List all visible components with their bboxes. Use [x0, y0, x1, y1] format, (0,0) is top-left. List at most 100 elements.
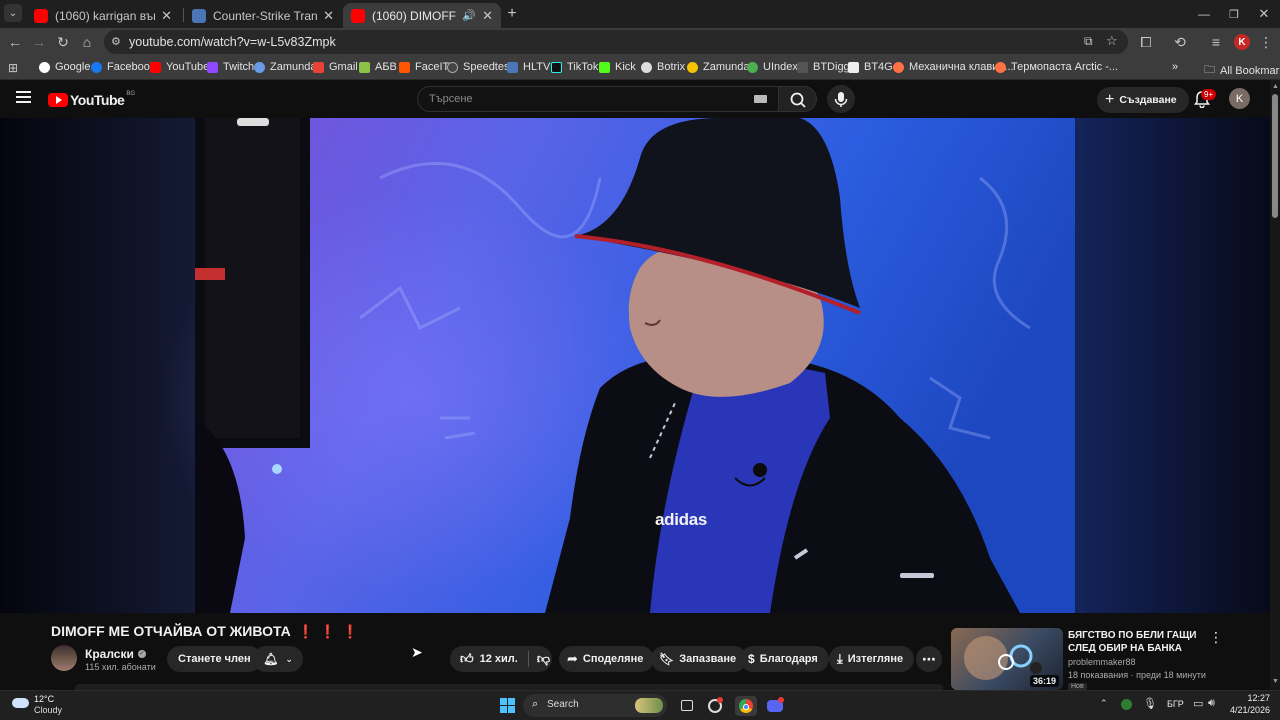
search-highlight-image: [635, 698, 663, 713]
tray-app-icon[interactable]: [1121, 699, 1132, 710]
recommended-meta: 18 показвания · преди 18 минути: [1068, 670, 1206, 680]
bookmark-item[interactable]: BTDigg: [797, 61, 850, 73]
share-button[interactable]: ➦ Споделяне: [559, 646, 655, 672]
scrollbar-thumb[interactable]: [1272, 94, 1278, 218]
bookmark-item[interactable]: Twitch: [207, 61, 254, 73]
apps-grid-icon[interactable]: ⊞: [3, 58, 23, 78]
keyboard-language[interactable]: БГР: [1167, 699, 1184, 709]
search-button[interactable]: [779, 86, 817, 112]
extensions-puzzle-icon[interactable]: ⧠: [1136, 32, 1156, 52]
join-member-button[interactable]: Станете член: [167, 646, 262, 672]
browser-tab[interactable]: (1060) karrigan във Falcons?; Е ✕: [26, 3, 180, 28]
home-icon[interactable]: ⌂: [77, 32, 97, 52]
bookmark-item[interactable]: TikTok: [551, 61, 598, 73]
new-tab-button[interactable]: +: [502, 4, 522, 24]
bookmark-item[interactable]: Facebook: [91, 61, 155, 73]
subscriber-count: 115 хил. абонати: [85, 662, 156, 672]
close-tab-icon[interactable]: ✕: [482, 8, 493, 24]
discord-taskbar-icon[interactable]: [765, 696, 785, 716]
url-text[interactable]: youtube.com/watch?v=w-L5v83Zmpk: [129, 35, 336, 49]
video-frame: [0, 118, 1270, 613]
taskbar-app-icon[interactable]: [705, 696, 725, 716]
voice-search-button[interactable]: [827, 85, 855, 113]
video-player[interactable]: adidas: [0, 118, 1270, 613]
reload-icon[interactable]: ↻: [53, 32, 73, 52]
chrome-taskbar-icon[interactable]: [735, 696, 757, 716]
youtube-logo[interactable]: YouTube BG: [48, 91, 135, 108]
bookmark-item[interactable]: FaceIT: [399, 61, 449, 73]
history-icon[interactable]: ⟲: [1170, 32, 1190, 52]
address-bar[interactable]: ⚙ youtube.com/watch?v=w-L5v83Zmpk ⧉ ☆: [104, 30, 1128, 54]
tray-microphone-icon[interactable]: 🎙︎: [1143, 697, 1157, 710]
thumbs-down-icon[interactable]: 👎︎: [537, 651, 550, 667]
weather-condition[interactable]: Cloudy: [34, 705, 62, 715]
channel-avatar[interactable]: [51, 645, 77, 671]
scroll-up-arrow-icon[interactable]: ▲: [1272, 83, 1279, 90]
page-scrollbar[interactable]: ▲ ▼: [1270, 80, 1280, 690]
volume-icon[interactable]: 🔊︎: [1208, 697, 1215, 710]
recommended-channel[interactable]: problemmaker88: [1068, 657, 1136, 667]
recommended-video-thumbnail[interactable]: 36:19: [951, 628, 1063, 690]
hamburger-menu-icon[interactable]: [16, 91, 31, 103]
back-arrow-icon[interactable]: ←: [5, 32, 25, 52]
bookmark-item[interactable]: Gmail: [313, 61, 358, 73]
media-controls-icon[interactable]: ≡: [1206, 32, 1226, 52]
bookmark-star-icon[interactable]: ☆: [1106, 33, 1118, 49]
show-hidden-icons-chevron[interactable]: ⌃: [1100, 698, 1108, 709]
video-info-section: DIMOFF МЕ ОТЧАЙВА ОТ ЖИВОТА ❗❗❗ Кралски …: [0, 613, 1270, 690]
bookmark-item[interactable]: UIndex: [747, 61, 798, 73]
cloudy-weather-icon[interactable]: [12, 698, 29, 708]
weather-temperature[interactable]: 12°C: [34, 694, 54, 704]
close-window-button[interactable]: ✕: [1254, 4, 1274, 24]
browser-toolbar: ← → ↻ ⌂ ⚙ youtube.com/watch?v=w-L5v83Zmp…: [0, 28, 1280, 56]
thumbs-up-icon[interactable]: 👍︎: [460, 651, 474, 667]
create-button[interactable]: + Създаване: [1097, 87, 1189, 113]
browser-tab-active[interactable]: (1060) DIMOFF МЕ ОТЧАЙ 🔊 ✕: [343, 3, 501, 28]
site-info-icon[interactable]: ⚙: [111, 35, 121, 48]
bookmark-item[interactable]: BT4G: [848, 61, 893, 73]
save-button[interactable]: 🔖︎ Запазване: [651, 646, 748, 672]
bookmark-item[interactable]: Zamunda: [687, 61, 749, 73]
more-bookmarks-icon[interactable]: »: [1172, 61, 1178, 73]
chrome-menu-icon[interactable]: ⋮: [1256, 32, 1276, 52]
bookmark-item[interactable]: Speedtest: [447, 61, 513, 73]
restore-window-button[interactable]: ❐: [1224, 4, 1244, 24]
close-tab-icon[interactable]: ✕: [323, 8, 334, 24]
more-actions-button[interactable]: ⋯: [916, 646, 942, 672]
recommended-more-icon[interactable]: ⋮: [1209, 629, 1223, 646]
taskbar-search-box[interactable]: ⌕ Search: [523, 694, 667, 717]
bell-icon: 🔔︎: [263, 652, 279, 666]
forward-arrow-icon[interactable]: →: [29, 32, 49, 52]
bookmark-item[interactable]: АБВ: [359, 61, 397, 73]
bookmark-item[interactable]: Google: [39, 61, 90, 73]
subscription-bell-button[interactable]: 🔔︎ ⌄: [253, 646, 303, 672]
all-bookmarks-folder[interactable]: 🗀All Bookmarks: [1204, 61, 1280, 80]
bookmark-item[interactable]: YouTube: [150, 61, 209, 73]
recommended-video-title[interactable]: БЯГСТВО ПО БЕЛИ ГАЩИ СЛЕД ОБИР НА БАНКА: [1068, 629, 1197, 655]
profile-avatar[interactable]: K: [1234, 34, 1250, 50]
keyboard-icon[interactable]: [754, 95, 767, 103]
bookmark-item[interactable]: Термопаста Arctic -...: [995, 61, 1118, 73]
bookmark-item[interactable]: Kick: [599, 61, 636, 73]
search-input[interactable]: Търсене: [417, 86, 779, 112]
task-view-icon[interactable]: [677, 696, 697, 716]
scroll-down-arrow-icon[interactable]: ▼: [1272, 678, 1279, 685]
like-count[interactable]: 12 хил.: [480, 653, 518, 665]
bookmark-item[interactable]: Botrix: [641, 61, 685, 73]
windows-start-icon[interactable]: [498, 696, 518, 716]
clock-time[interactable]: 12:27: [1230, 693, 1270, 703]
audio-playing-icon[interactable]: 🔊: [462, 9, 476, 22]
browser-tab[interactable]: Counter-Strike Transfers | HLTV ✕: [184, 3, 342, 28]
close-tab-icon[interactable]: ✕: [161, 8, 172, 24]
channel-name-link[interactable]: Кралски ✓: [85, 647, 146, 661]
tab-search-button[interactable]: ⌄: [4, 4, 22, 22]
network-icon[interactable]: ▭: [1193, 697, 1203, 710]
thanks-button[interactable]: $ Благодаря: [740, 646, 829, 672]
clock-date[interactable]: 4/21/2026: [1224, 705, 1270, 715]
account-avatar[interactable]: K: [1229, 88, 1250, 109]
minimize-window-button[interactable]: —: [1194, 4, 1214, 24]
bookmark-item[interactable]: HLTV: [507, 61, 550, 73]
download-button[interactable]: ⤓ Изтегляне: [829, 646, 915, 672]
bookmark-item[interactable]: Zamunda: [254, 61, 316, 73]
install-app-icon[interactable]: ⧉: [1084, 34, 1093, 49]
